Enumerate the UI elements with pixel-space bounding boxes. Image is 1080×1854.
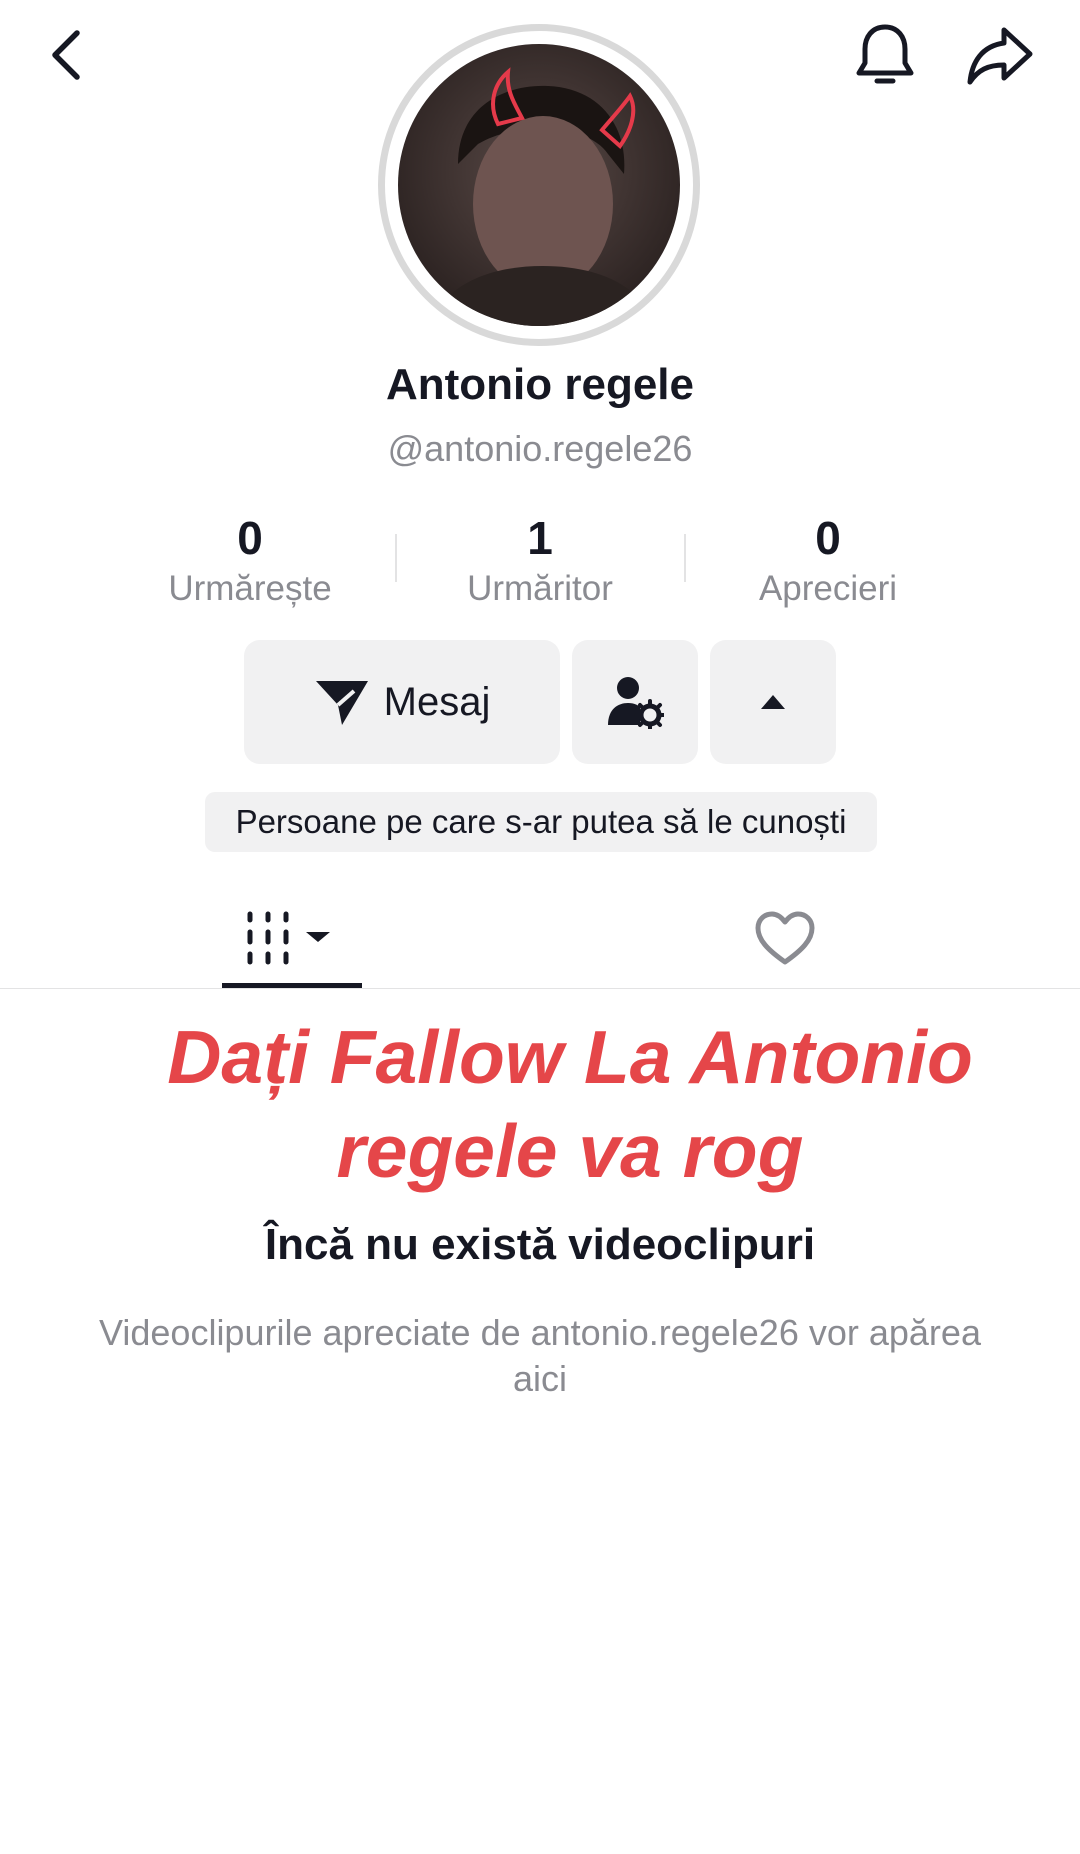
stat-likes[interactable]: 0 Aprecieri — [678, 510, 978, 612]
chevron-left-icon — [52, 30, 80, 80]
likes-label: Aprecieri — [758, 569, 898, 608]
user-settings-button[interactable] — [572, 640, 698, 764]
username-handle: @antonio.regele26 — [387, 428, 693, 469]
avatar-ring[interactable] — [378, 24, 700, 346]
display-name: Antonio regele — [385, 360, 695, 409]
notifications-button[interactable] — [845, 16, 925, 96]
avatar[interactable] — [398, 44, 680, 326]
followers-label: Urmăritor — [467, 569, 613, 608]
tab-videos[interactable] — [222, 890, 362, 986]
following-count: 0 — [237, 512, 263, 564]
suggested-people-label[interactable]: Persoane pe care s-ar putea să le cunoșt… — [205, 792, 877, 852]
back-button[interactable] — [30, 20, 100, 90]
tab-liked[interactable] — [730, 890, 840, 986]
share-button[interactable] — [955, 16, 1045, 96]
stat-following[interactable]: 0 Urmărește — [100, 510, 400, 612]
avatar-image — [398, 44, 680, 326]
empty-state-title: Încă nu există videoclipuri — [264, 1220, 816, 1269]
user-gear-icon — [608, 677, 664, 729]
heart-icon — [755, 911, 815, 965]
share-arrow-icon — [967, 27, 1033, 85]
following-label: Urmărește — [168, 569, 332, 608]
message-label: Mesaj — [383, 679, 491, 724]
stat-followers[interactable]: 1 Urmăritor — [390, 510, 690, 612]
likes-count: 0 — [815, 512, 841, 564]
caret-up-icon — [761, 695, 785, 709]
message-button[interactable]: Mesaj — [244, 640, 560, 764]
stats-row: 0 Urmărește 1 Urmăritor 0 Aprecieri — [0, 510, 1080, 610]
tabs-divider — [0, 988, 1080, 989]
empty-state-description: Videoclipurile apreciate de antonio.rege… — [99, 1312, 981, 1399]
collapse-suggestions-button[interactable] — [710, 640, 836, 764]
overlay-caption: Dați Fallow La Antonio regele va rog — [167, 1015, 973, 1193]
grid-columns-icon — [247, 911, 330, 965]
followers-count: 1 — [527, 512, 553, 564]
send-plane-icon — [315, 681, 368, 725]
bell-icon — [856, 24, 914, 84]
